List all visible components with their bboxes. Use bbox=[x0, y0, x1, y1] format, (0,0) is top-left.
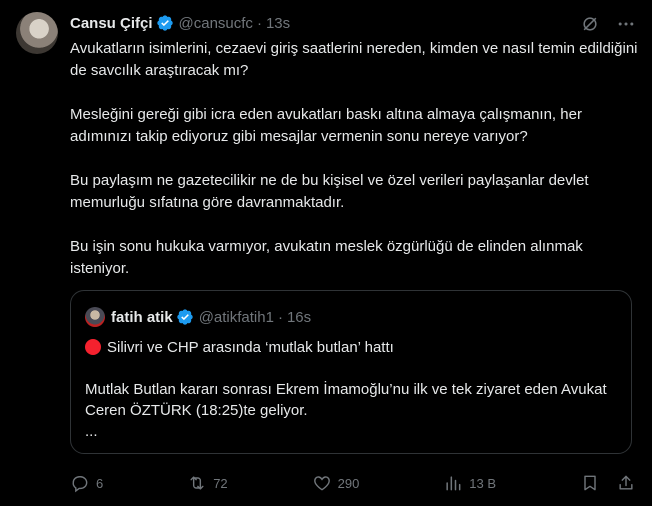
author-avatar[interactable] bbox=[16, 12, 58, 54]
tweet-text: Avukatların isimlerini, cezaevi giriş sa… bbox=[70, 38, 638, 302]
views-icon bbox=[443, 473, 463, 493]
quoted-ellipsis: ... bbox=[85, 423, 98, 440]
separator-dot: · bbox=[256, 14, 262, 32]
more-icon[interactable] bbox=[616, 14, 636, 34]
separator-dot: · bbox=[277, 308, 283, 326]
tweet-secondary-actions bbox=[580, 473, 636, 493]
tweet-paragraph: Bu işin sonu hukuka varmıyor, avukatın m… bbox=[70, 238, 583, 277]
tweet-time[interactable]: 13s bbox=[266, 15, 290, 32]
like-icon bbox=[312, 473, 332, 493]
views-count: 13 B bbox=[469, 475, 497, 491]
verified-badge-icon bbox=[176, 308, 194, 326]
grok-icon[interactable] bbox=[580, 14, 600, 34]
quoted-author-name: fatih atik bbox=[111, 308, 173, 326]
quoted-headline: Silivri ve CHP arasında ‘mutlak butlan’ … bbox=[85, 337, 615, 358]
tweet-actions: 6 72 290 13 B bbox=[70, 472, 636, 494]
quoted-line: Silivri ve CHP arasında ‘mutlak butlan’ … bbox=[107, 339, 394, 356]
tweet-paragraph: Bu paylaşım ne gazetecilikir ne de bu ki… bbox=[70, 172, 589, 211]
quoted-tweet[interactable]: fatih atik @atikfatih1 · 16s Silivri ve … bbox=[70, 290, 632, 454]
like-count: 290 bbox=[337, 475, 360, 491]
tweet-paragraph: Mesleğini gereği gibi icra eden avukatla… bbox=[70, 106, 582, 145]
repost-button[interactable]: 72 bbox=[187, 473, 228, 493]
red-circle-emoji bbox=[85, 339, 101, 355]
quoted-author-handle: @atikfatih1 bbox=[198, 308, 274, 326]
repost-icon bbox=[187, 473, 207, 493]
quoted-tweet-time: 16s bbox=[286, 308, 312, 326]
quoted-line: Mutlak Butlan kararı sonrası Ekrem İmamo… bbox=[85, 381, 607, 419]
share-icon[interactable] bbox=[616, 473, 636, 493]
author-name[interactable]: Cansu Çifçi bbox=[70, 15, 153, 32]
bookmark-icon[interactable] bbox=[580, 473, 600, 493]
views-button[interactable]: 13 B bbox=[443, 473, 496, 493]
quoted-author-avatar bbox=[85, 307, 105, 327]
quoted-tweet-header: fatih atik @atikfatih1 · 16s bbox=[85, 307, 311, 327]
tweet-paragraph: Avukatların isimlerini, cezaevi giriş sa… bbox=[70, 40, 638, 79]
like-button[interactable]: 290 bbox=[312, 473, 360, 493]
quoted-tweet-text: Silivri ve CHP arasında ‘mutlak butlan’ … bbox=[85, 337, 615, 442]
tweet-top-actions bbox=[580, 14, 636, 34]
reply-button[interactable]: 6 bbox=[70, 473, 103, 493]
reply-icon bbox=[70, 473, 90, 493]
repost-count: 72 bbox=[213, 475, 228, 491]
verified-badge-icon bbox=[156, 14, 174, 32]
reply-count: 6 bbox=[96, 475, 104, 491]
author-handle[interactable]: @cansucfc bbox=[179, 15, 253, 32]
tweet-header: Cansu Çifçi @cansucfc · 13s bbox=[70, 12, 290, 34]
